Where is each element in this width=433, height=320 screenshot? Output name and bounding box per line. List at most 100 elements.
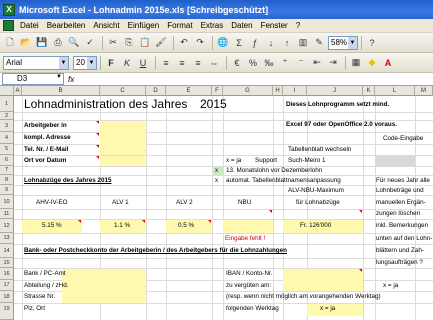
redo-icon[interactable]: ↷ <box>193 36 207 50</box>
row-header[interactable]: 13 <box>0 233 14 244</box>
row-header[interactable]: 4 <box>0 132 14 144</box>
value-alv1[interactable]: 1.1 % <box>114 222 130 229</box>
bank-input-block[interactable] <box>62 269 146 303</box>
save-icon[interactable]: 💾 <box>35 36 49 50</box>
drawing-icon[interactable]: ✎ <box>312 36 326 50</box>
align-center-icon[interactable]: ≡ <box>175 56 189 70</box>
col-header[interactable]: M <box>415 86 433 96</box>
function-icon[interactable]: ƒ <box>248 36 262 50</box>
iban-input-block[interactable] <box>283 269 363 291</box>
value-ahv[interactable]: 5.15 % <box>42 222 62 229</box>
col-header[interactable]: J <box>307 86 363 96</box>
row-header[interactable]: 15 <box>0 258 14 268</box>
thousands-icon[interactable]: ‰ <box>262 56 276 70</box>
font-select[interactable]: Arial ▼ <box>3 55 69 70</box>
sort-desc-icon[interactable]: ↑ <box>280 36 294 50</box>
increase-decimal-icon[interactable]: ⁺ <box>278 56 292 70</box>
col-header[interactable]: I <box>283 86 307 96</box>
menu-help[interactable]: ? <box>292 21 304 30</box>
italic-button[interactable]: K <box>120 56 134 70</box>
row-header[interactable]: 9 <box>0 185 14 195</box>
col-header[interactable]: L <box>375 86 415 96</box>
check-x-2[interactable]: x <box>215 177 218 184</box>
menu-ansicht[interactable]: Ansicht <box>89 21 123 30</box>
ort-input[interactable] <box>100 156 146 166</box>
menu-datei[interactable]: Datei <box>16 21 43 30</box>
row-header[interactable]: 5 <box>0 144 14 155</box>
value-alvmax[interactable]: Fr. 126'000 <box>300 222 331 229</box>
zoom-select[interactable]: 58% ▼ <box>328 35 358 50</box>
font-size-select[interactable]: 20 ▼ <box>73 55 97 70</box>
menu-einfuegen[interactable]: Einfügen <box>124 21 164 30</box>
autosum-icon[interactable]: Σ <box>232 36 246 50</box>
col-header[interactable]: A <box>14 86 22 96</box>
print-icon[interactable]: ⎙ <box>51 36 65 50</box>
col-header[interactable]: E <box>166 86 212 96</box>
paste-icon[interactable]: 📋 <box>138 36 152 50</box>
borders-icon[interactable]: ▦ <box>349 56 363 70</box>
font-color-icon[interactable]: A <box>381 56 395 70</box>
row-header[interactable]: 17 <box>0 280 14 291</box>
menu-fenster[interactable]: Fenster <box>257 21 292 30</box>
underline-button[interactable]: U <box>136 56 150 70</box>
col-header[interactable]: K <box>363 86 375 96</box>
row-header[interactable]: 1 <box>0 96 14 112</box>
menu-extras[interactable]: Extras <box>197 21 228 30</box>
open-folder-icon[interactable]: 📂 <box>19 36 33 50</box>
hyperlink-icon[interactable]: 🌐 <box>216 36 230 50</box>
print-preview-icon[interactable]: 🔍 <box>67 36 81 50</box>
new-file-icon[interactable]: 🗋 <box>3 36 17 50</box>
row-header[interactable]: 7 <box>0 166 14 175</box>
worksheet-grid[interactable]: A B C D E F G H I J K L M 1 2 3 4 5 6 7 … <box>0 86 433 320</box>
row-header[interactable]: 6 <box>0 155 14 166</box>
chart-wizard-icon[interactable]: ▥ <box>296 36 310 50</box>
currency-icon[interactable]: € <box>230 56 244 70</box>
menu-daten[interactable]: Daten <box>227 21 256 30</box>
increase-indent-icon[interactable]: ⇥ <box>326 56 340 70</box>
row-header[interactable]: 10 <box>0 195 14 209</box>
spellcheck-icon[interactable]: ✓ <box>83 36 97 50</box>
cut-icon[interactable]: ✂ <box>106 36 120 50</box>
row-header[interactable]: 2 <box>0 112 14 120</box>
fill-color-icon[interactable]: ◆ <box>365 56 379 70</box>
col-header[interactable]: C <box>100 86 146 96</box>
col-header[interactable]: D <box>146 86 166 96</box>
menu-bearbeiten[interactable]: Bearbeiten <box>43 21 90 30</box>
col-header[interactable]: B <box>22 86 100 96</box>
sheet-switch-link[interactable]: Tabellenblatt wechseln <box>288 146 351 153</box>
help-icon[interactable]: ? <box>365 36 379 50</box>
workbook-icon[interactable] <box>3 20 14 31</box>
nbu-rate-input[interactable] <box>223 220 273 233</box>
align-right-icon[interactable]: ≡ <box>191 56 205 70</box>
decrease-decimal-icon[interactable]: ⁻ <box>294 56 308 70</box>
code-input[interactable] <box>375 156 415 166</box>
row-header[interactable]: 14 <box>0 244 14 258</box>
fx-icon[interactable]: fx <box>68 75 74 84</box>
row-header[interactable]: 3 <box>0 120 14 132</box>
support-link[interactable]: Support <box>255 157 277 164</box>
undo-icon[interactable]: ↶ <box>177 36 191 50</box>
name-box[interactable]: D3 ▼ <box>2 73 64 85</box>
row-header[interactable]: 16 <box>0 268 14 280</box>
bold-button[interactable]: F <box>104 56 118 70</box>
select-all-corner[interactable] <box>0 86 14 96</box>
row-header[interactable]: 18 <box>0 291 14 303</box>
row-header[interactable]: 11 <box>0 209 14 219</box>
address-input-block[interactable] <box>100 121 146 155</box>
value-alv2[interactable]: 0.5 % <box>178 222 194 229</box>
decrease-indent-icon[interactable]: ⇤ <box>310 56 324 70</box>
align-left-icon[interactable]: ≡ <box>159 56 173 70</box>
check-x-1[interactable]: x <box>215 167 218 174</box>
col-header[interactable]: F <box>212 86 223 96</box>
format-painter-icon[interactable]: 🖌 <box>154 36 168 50</box>
row-header[interactable]: 19 <box>0 303 14 320</box>
formula-input[interactable] <box>78 74 433 85</box>
col-header[interactable]: H <box>273 86 283 96</box>
menu-format[interactable]: Format <box>163 21 196 30</box>
row-header[interactable]: 12 <box>0 219 14 233</box>
copy-icon[interactable]: ⎘ <box>122 36 136 50</box>
col-header[interactable]: G <box>223 86 273 96</box>
sort-asc-icon[interactable]: ↓ <box>264 36 278 50</box>
percent-icon[interactable]: % <box>246 56 260 70</box>
merge-center-icon[interactable]: ⇔ <box>207 56 221 70</box>
